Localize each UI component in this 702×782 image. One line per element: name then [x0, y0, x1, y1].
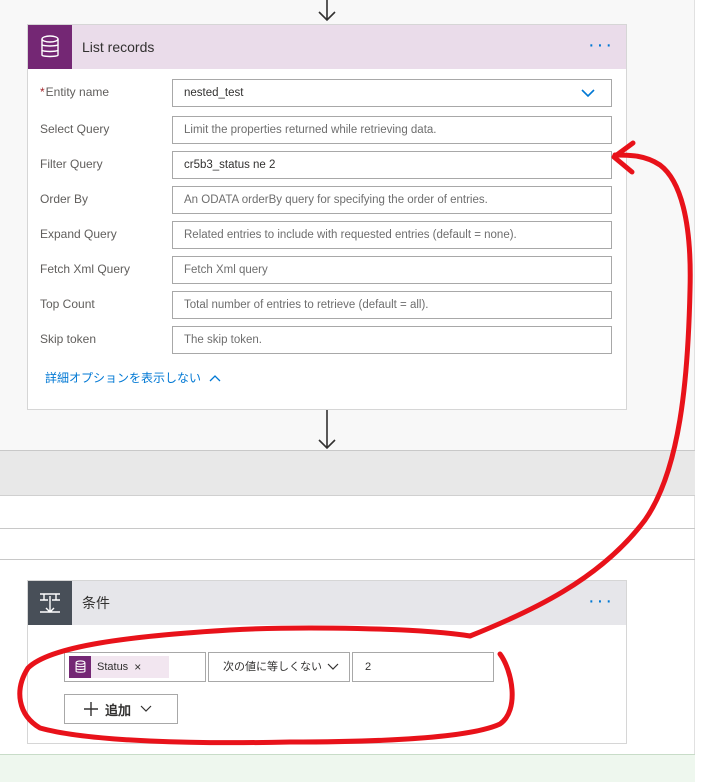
- expand-query-input[interactable]: Related entries to include with requeste…: [172, 221, 612, 249]
- select-query-input[interactable]: Limit the properties returned while retr…: [172, 116, 612, 144]
- condition-card: 条件 ··· Status × 次の値に等しくない 2 追加: [27, 580, 627, 744]
- filter-query-input[interactable]: cr5b3_status ne 2: [172, 151, 612, 179]
- expand-query-label: Expand Query: [40, 227, 117, 241]
- canvas-divider: [694, 0, 695, 781]
- top-count-row: Top Count Total number of entries to ret…: [28, 291, 626, 319]
- filter-query-label: Filter Query: [40, 157, 103, 171]
- divider-line: [0, 528, 695, 529]
- add-button-label: 追加: [105, 702, 132, 718]
- top-count-input[interactable]: Total number of entries to retrieve (def…: [172, 291, 612, 319]
- top-count-label: Top Count: [40, 297, 95, 311]
- chevron-down-icon: [327, 663, 339, 670]
- close-icon[interactable]: ×: [134, 660, 141, 674]
- divider-line: [0, 559, 695, 560]
- list-records-title: List records: [82, 39, 155, 55]
- fetch-xml-label: Fetch Xml Query: [40, 262, 131, 276]
- order-by-input[interactable]: An ODATA orderBy query for specifying th…: [172, 186, 612, 214]
- entity-name-row: *Entity name nested_test: [28, 79, 626, 107]
- order-by-label: Order By: [40, 192, 89, 206]
- fetch-xml-row: Fetch Xml Query Fetch Xml query: [28, 256, 626, 284]
- entity-name-dropdown[interactable]: nested_test: [172, 79, 612, 107]
- chevron-up-icon: [209, 374, 221, 381]
- plus-icon: [84, 702, 98, 716]
- skip-token-row: Skip token The skip token.: [28, 326, 626, 354]
- hide-advanced-options-label: 詳細オプションを表示しない: [45, 371, 202, 385]
- filter-query-row: Filter Query cr5b3_status ne 2: [28, 151, 626, 179]
- select-query-label: Select Query: [40, 122, 110, 136]
- status-token[interactable]: Status ×: [69, 656, 169, 678]
- next-action-band: [0, 754, 695, 782]
- condition-operator-label: 次の値に等しくない: [223, 661, 322, 673]
- skip-token-label: Skip token: [40, 332, 97, 346]
- database-icon: [28, 25, 72, 69]
- chevron-down-icon: [581, 89, 595, 98]
- arrow-down-icon: [316, 408, 338, 450]
- chevron-down-icon: [140, 705, 152, 712]
- list-records-card: List records ··· *Entity name nested_tes…: [27, 24, 627, 410]
- more-options-icon[interactable]: ···: [588, 35, 614, 55]
- condition-header[interactable]: 条件 ···: [28, 581, 626, 625]
- more-options-icon[interactable]: ···: [588, 591, 614, 611]
- condition-operator-dropdown[interactable]: 次の値に等しくない: [208, 652, 350, 682]
- skip-token-input[interactable]: The skip token.: [172, 326, 612, 354]
- list-records-header[interactable]: List records ···: [28, 25, 626, 69]
- expand-query-row: Expand Query Related entries to include …: [28, 221, 626, 249]
- add-button[interactable]: 追加: [64, 694, 178, 724]
- scope-header-band: [0, 450, 695, 496]
- database-icon: [69, 656, 91, 678]
- condition-icon: [28, 581, 72, 625]
- select-query-row: Select Query Limit the properties return…: [28, 116, 626, 144]
- condition-left-operand[interactable]: Status ×: [64, 652, 206, 682]
- condition-title: 条件: [82, 595, 110, 611]
- fetch-xml-input[interactable]: Fetch Xml query: [172, 256, 612, 284]
- hide-advanced-options-link[interactable]: 詳細オプションを表示しない: [45, 369, 221, 386]
- order-by-row: Order By An ODATA orderBy query for spec…: [28, 186, 626, 214]
- entity-name-label: *Entity name: [40, 85, 110, 99]
- condition-right-operand[interactable]: 2: [352, 652, 494, 682]
- status-token-label: Status: [97, 661, 129, 673]
